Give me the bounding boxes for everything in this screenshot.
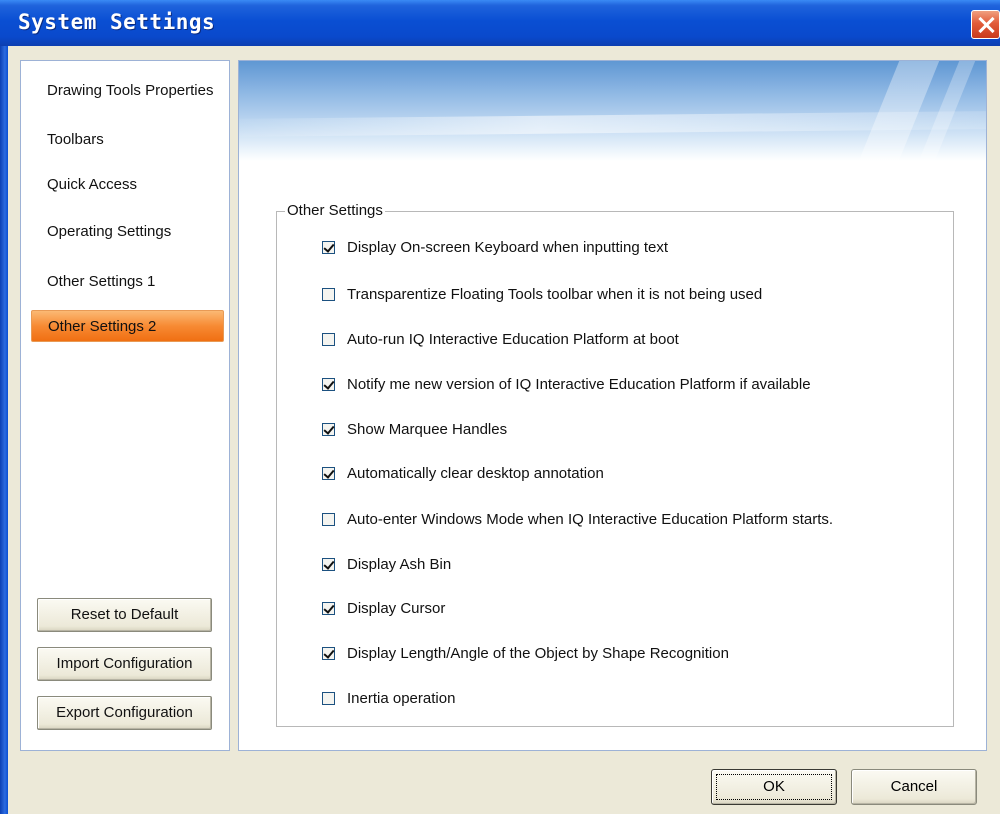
- option-auto-run-at-boot[interactable]: Auto-run IQ Interactive Education Platfo…: [322, 329, 679, 349]
- option-label: Show Marquee Handles: [347, 420, 508, 438]
- checkbox[interactable]: [322, 332, 335, 346]
- ok-button[interactable]: OK: [711, 769, 837, 805]
- option-label: Display On-screen Keyboard when inputtin…: [347, 238, 669, 256]
- cancel-button[interactable]: Cancel: [851, 769, 977, 805]
- option-inertia-operation[interactable]: Inertia operation: [322, 688, 455, 708]
- option-display-cursor[interactable]: Display Cursor: [322, 598, 445, 618]
- checkbox[interactable]: [322, 601, 335, 615]
- group-title: Other Settings: [285, 202, 385, 220]
- checkbox[interactable]: [322, 557, 335, 571]
- sidebar-item-operating-settings[interactable]: Operating Settings: [31, 216, 224, 248]
- option-notify-new-version[interactable]: Notify me new version of IQ Interactive …: [322, 374, 811, 394]
- checkbox[interactable]: [322, 466, 335, 480]
- import-configuration-button[interactable]: Import Configuration: [37, 647, 212, 681]
- option-label: Inertia operation: [347, 689, 456, 707]
- option-onscreen-keyboard[interactable]: Display On-screen Keyboard when inputtin…: [322, 237, 668, 257]
- sidebar-item-quick-access[interactable]: Quick Access: [31, 169, 224, 201]
- checkbox[interactable]: [322, 240, 335, 254]
- checkbox[interactable]: [322, 646, 335, 660]
- sidebar-item-other-settings-2[interactable]: Other Settings 2: [31, 310, 224, 342]
- option-show-marquee-handles[interactable]: Show Marquee Handles: [322, 419, 507, 439]
- sidebar-item-toolbars[interactable]: Toolbars: [31, 124, 224, 156]
- option-label: Display Cursor: [347, 599, 446, 617]
- checkbox[interactable]: [322, 287, 335, 301]
- option-label: Transparentize Floating Tools toolbar wh…: [347, 285, 763, 303]
- title-bar: System Settings: [0, 0, 1000, 46]
- other-settings-group: Other Settings Display On-screen Keyboar…: [276, 202, 954, 727]
- close-button[interactable]: [971, 10, 1000, 39]
- export-configuration-button[interactable]: Export Configuration: [37, 696, 212, 730]
- option-clear-desktop-annotation[interactable]: Automatically clear desktop annotation: [322, 463, 604, 483]
- checkbox[interactable]: [322, 512, 335, 526]
- checkbox[interactable]: [322, 691, 335, 705]
- window-frame-left: [0, 46, 8, 814]
- option-auto-enter-windows-mode[interactable]: Auto-enter Windows Mode when IQ Interact…: [322, 509, 833, 529]
- option-display-length-angle[interactable]: Display Length/Angle of the Object by Sh…: [322, 643, 729, 663]
- header-banner: [239, 61, 986, 171]
- option-display-ash-bin[interactable]: Display Ash Bin: [322, 554, 451, 574]
- checkbox[interactable]: [322, 422, 335, 436]
- sidebar-item-drawing-tools-properties[interactable]: Drawing Tools Properties: [31, 75, 224, 107]
- option-transparentize-toolbar[interactable]: Transparentize Floating Tools toolbar wh…: [322, 284, 762, 304]
- reset-to-default-button[interactable]: Reset to Default: [37, 598, 212, 632]
- option-label: Display Ash Bin: [347, 555, 452, 573]
- sidebar-item-other-settings-1[interactable]: Other Settings 1: [31, 266, 224, 298]
- checkbox[interactable]: [322, 377, 335, 391]
- option-label: Auto-enter Windows Mode when IQ Interact…: [347, 510, 834, 528]
- settings-panel: Other Settings Display On-screen Keyboar…: [238, 60, 987, 751]
- option-label: Notify me new version of IQ Interactive …: [347, 375, 811, 393]
- window-title: System Settings: [18, 10, 216, 34]
- option-label: Auto-run IQ Interactive Education Platfo…: [347, 330, 679, 348]
- option-label: Display Length/Angle of the Object by Sh…: [347, 644, 729, 662]
- option-label: Automatically clear desktop annotation: [347, 464, 604, 482]
